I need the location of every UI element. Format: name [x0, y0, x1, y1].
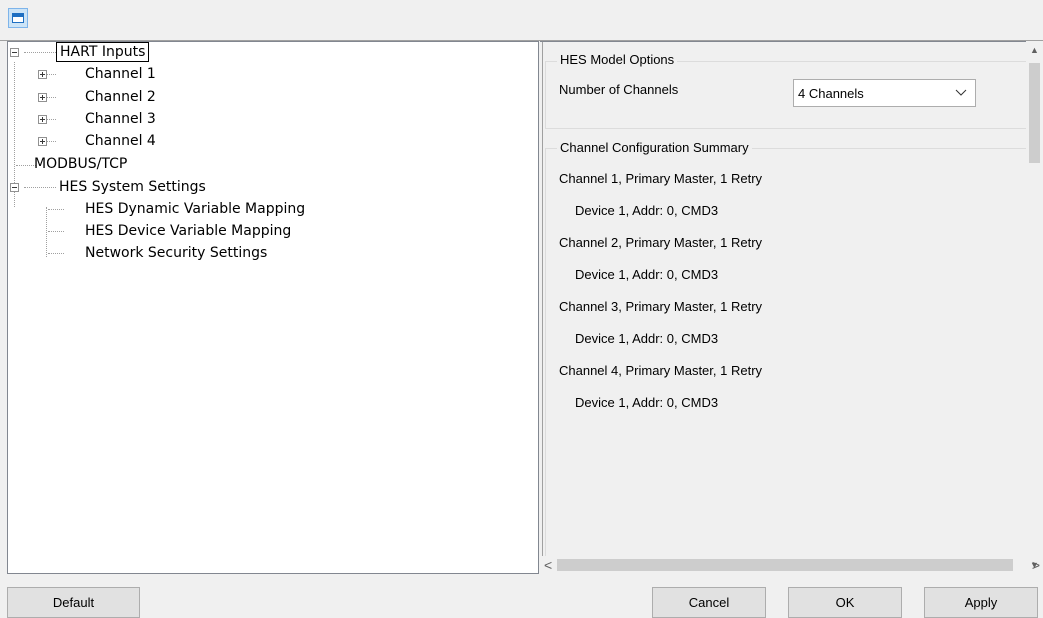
scroll-up-icon[interactable]: ▲: [1030, 45, 1039, 55]
tree-item-label: Network Security Settings: [85, 245, 268, 261]
scroll-left-icon[interactable]: <: [544, 557, 552, 573]
cancel-button[interactable]: Cancel: [652, 587, 766, 618]
summary-device-line: Device 1, Addr: 0, CMD3: [575, 331, 719, 346]
tree-item-channel-3[interactable]: Channel 3: [82, 109, 159, 129]
tree-item-hes-system-settings[interactable]: HES System Settings: [56, 177, 209, 197]
summary-channel-line: Channel 1, Primary Master, 1 Retry: [559, 171, 763, 186]
vertical-scrollbar[interactable]: ▲ ▼: [1026, 41, 1043, 574]
model-options-title: HES Model Options: [557, 52, 678, 67]
collapse-icon[interactable]: [10, 183, 19, 192]
scroll-right-icon[interactable]: >: [1032, 557, 1040, 573]
settings-panel-content: HES Model Options Number of Channels 4 C…: [542, 42, 1043, 568]
horizontal-scroll-thumb[interactable]: [557, 559, 1013, 571]
chevron-down-icon: [955, 89, 967, 96]
apply-button[interactable]: Apply: [924, 587, 1038, 618]
tree-item-label: HART Inputs: [56, 42, 150, 62]
window-icon[interactable]: [8, 8, 28, 28]
default-button[interactable]: Default: [7, 587, 140, 618]
summary-channel-line: Channel 2, Primary Master, 1 Retry: [559, 235, 763, 250]
expand-icon[interactable]: [38, 70, 47, 79]
tree-item-label: HES Device Variable Mapping: [85, 223, 292, 239]
expand-icon[interactable]: [38, 115, 47, 124]
tree-item-modbus-tcp[interactable]: MODBUS/TCP: [31, 154, 130, 174]
tree-item-label: Channel 1: [85, 66, 156, 82]
tree-item-dynamic-variable-mapping[interactable]: HES Dynamic Variable Mapping: [82, 199, 308, 219]
tree-item-label: Channel 3: [85, 111, 156, 127]
settings-tree[interactable]: HART Inputs Channel 1 Channel 2 Channel …: [7, 41, 539, 574]
tree-item-channel-4[interactable]: Channel 4: [82, 131, 159, 151]
ok-button[interactable]: OK: [788, 587, 902, 618]
tree-item-hart-inputs[interactable]: HART Inputs: [56, 42, 150, 62]
tree-item-network-security-settings[interactable]: Network Security Settings: [82, 243, 270, 263]
tree-item-label: MODBUS/TCP: [34, 156, 128, 172]
expand-icon[interactable]: [38, 93, 47, 102]
collapse-icon[interactable]: [10, 48, 19, 57]
settings-panel: HES Model Options Number of Channels 4 C…: [540, 41, 1043, 574]
horizontal-scrollbar[interactable]: < >: [540, 556, 1040, 574]
summary-channel-line: Channel 3, Primary Master, 1 Retry: [559, 299, 763, 314]
summary-device-line: Device 1, Addr: 0, CMD3: [575, 395, 719, 410]
number-of-channels-select[interactable]: 4 Channels: [793, 79, 976, 107]
summary-device-line: Device 1, Addr: 0, CMD3: [575, 267, 719, 282]
tree-item-channel-2[interactable]: Channel 2: [82, 87, 159, 107]
summary-device-line: Device 1, Addr: 0, CMD3: [575, 203, 719, 218]
tree-item-device-variable-mapping[interactable]: HES Device Variable Mapping: [82, 221, 294, 241]
number-of-channels-value: 4 Channels: [798, 86, 864, 101]
summary-title: Channel Configuration Summary: [557, 140, 752, 155]
tree-item-label: HES Dynamic Variable Mapping: [85, 201, 306, 217]
tree-item-label: Channel 4: [85, 133, 156, 149]
toolbar: [0, 0, 1043, 41]
summary-channel-line: Channel 4, Primary Master, 1 Retry: [559, 363, 763, 378]
vertical-scroll-thumb[interactable]: [1029, 63, 1040, 163]
tree-item-label: Channel 2: [85, 89, 156, 105]
expand-icon[interactable]: [38, 137, 47, 146]
tree-item-label: HES System Settings: [59, 179, 206, 195]
number-of-channels-label: Number of Channels: [559, 82, 679, 97]
tree-item-channel-1[interactable]: Channel 1: [82, 64, 159, 84]
